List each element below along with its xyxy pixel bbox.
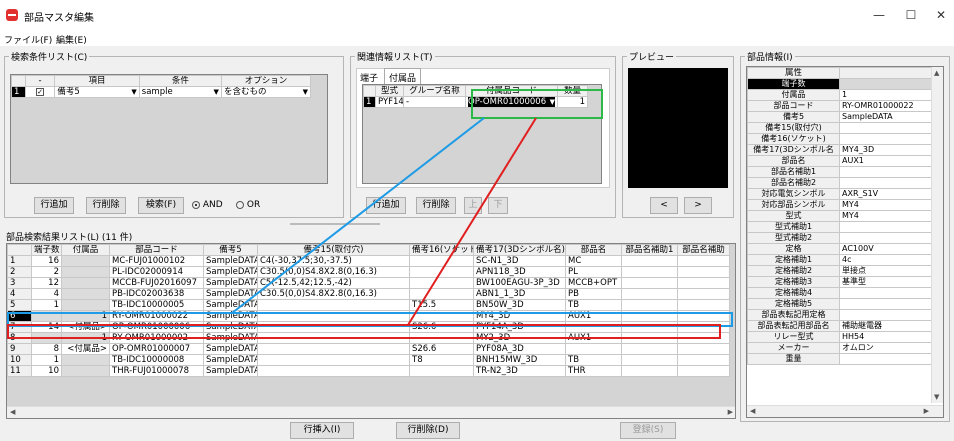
red-connector-line (407, 117, 537, 326)
blue-connector-line (231, 117, 485, 314)
annotation-overlay (7, 89, 733, 339)
green-highlight-box (471, 89, 603, 119)
